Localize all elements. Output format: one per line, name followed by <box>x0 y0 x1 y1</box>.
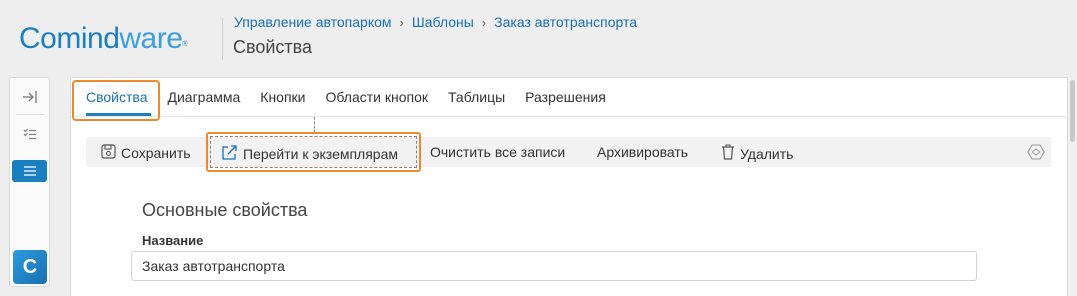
breadcrumb-item-fleet[interactable]: Управление автопарком <box>234 14 392 30</box>
save-button[interactable]: Сохранить <box>101 144 191 162</box>
tab-tables[interactable]: Таблицы <box>448 88 505 112</box>
tab-diagram[interactable]: Диаграмма <box>167 88 240 112</box>
left-nav-bar: C <box>9 77 50 287</box>
breadcrumb-item-templates[interactable]: Шаблоны <box>412 14 474 30</box>
delete-button[interactable]: Удалить <box>721 144 793 163</box>
save-button-label: Сохранить <box>121 145 191 161</box>
breadcrumb-separator-icon: › <box>481 14 487 30</box>
tab-buttons[interactable]: Кнопки <box>260 88 305 112</box>
name-field-input[interactable] <box>131 251 977 281</box>
name-field-label: Название <box>142 233 204 248</box>
checklist-icon[interactable] <box>12 123 47 145</box>
clear-all-records-label: Очистить все записи <box>430 144 566 160</box>
breadcrumb-item-order[interactable]: Заказ автотранспорта <box>494 14 637 30</box>
tab-permissions[interactable]: Разрешения <box>525 88 606 112</box>
logo-text-comind: Comind <box>19 22 120 55</box>
logo-text-ware: ware <box>119 22 183 55</box>
save-icon <box>101 144 116 162</box>
list-icon[interactable] <box>12 160 47 182</box>
tab-highlight-frame <box>72 80 160 121</box>
comindware-logo[interactable]: Comindware® <box>19 20 188 58</box>
breadcrumb: Управление автопарком › Шаблоны › Заказ … <box>234 14 637 30</box>
more-actions-icon[interactable] <box>1027 143 1045 161</box>
archive-button[interactable]: Архивировать <box>597 144 688 160</box>
breadcrumb-separator-icon: › <box>399 14 404 30</box>
tab-bar: Свойства Диаграмма Кнопки Области кнопок… <box>86 88 626 112</box>
tabs-divider <box>71 116 1067 117</box>
nav-divider <box>16 114 44 115</box>
page-title: Свойства <box>233 37 313 57</box>
scrollbar-thumb[interactable] <box>1070 80 1075 142</box>
dashed-connector <box>314 117 315 133</box>
section-title: Основные свойства <box>142 200 308 220</box>
delete-button-label: Удалить <box>740 145 794 162</box>
expand-panel-icon[interactable] <box>12 86 47 108</box>
tab-button-areas[interactable]: Области кнопок <box>326 88 429 112</box>
button-highlight-frame <box>206 132 421 172</box>
trash-icon <box>721 144 735 163</box>
clear-all-records-button[interactable]: Очистить все записи <box>430 144 565 160</box>
archive-button-label: Архивировать <box>597 144 689 160</box>
header-divider <box>222 18 223 60</box>
app-logo-icon[interactable]: C <box>13 250 47 284</box>
logo-registered-mark: ® <box>182 41 188 48</box>
